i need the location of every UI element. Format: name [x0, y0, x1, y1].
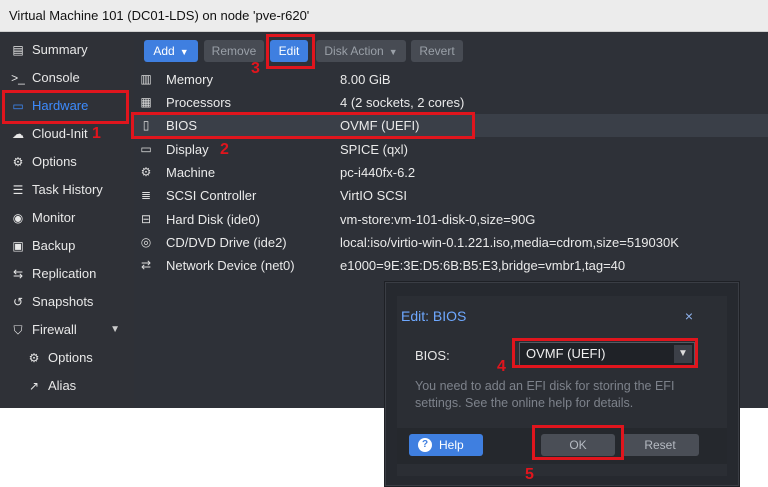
eye-icon: ◉	[12, 211, 24, 225]
sidebar-item-label: Task History	[32, 182, 103, 197]
annotation-number-2: 2	[220, 141, 229, 158]
history-icon: ↺	[12, 295, 24, 309]
row-value: pc-i440fx-6.2	[340, 165, 416, 180]
revert-button[interactable]: Revert	[411, 40, 463, 62]
table-row[interactable]: ⊟ Hard Disk (ide0) vm-store:vm-101-disk-…	[134, 208, 768, 231]
sidebar-item-label: Monitor	[32, 210, 76, 225]
cdrom-icon: ◎	[140, 235, 152, 249]
database-icon: ≣	[140, 188, 152, 202]
help-button[interactable]: ? Help	[409, 434, 483, 456]
annotation-box-bios-row	[131, 112, 475, 139]
annotation-number-1: 1	[92, 125, 101, 142]
table-row[interactable]: ≣ SCSI Controller VirtIO SCSI	[134, 184, 768, 207]
sidebar-item-backup[interactable]: ▣ Backup	[0, 232, 134, 260]
chevron-down-icon[interactable]: ▼	[110, 316, 120, 344]
sidebar-item-label: Replication	[32, 266, 97, 281]
table-row[interactable]: ▥ Memory 8.00 GiB	[134, 68, 768, 91]
sidebar-item-label: Options	[32, 154, 77, 169]
sidebar-item-options[interactable]: ⚙ Options	[0, 148, 134, 176]
table-row[interactable]: ⚙ Machine pc-i440fx-6.2	[134, 161, 768, 184]
row-key: Memory	[166, 72, 213, 87]
row-key: CD/DVD Drive (ide2)	[166, 235, 287, 250]
table-row[interactable]: ⇄ Network Device (net0) e1000=9E:3E:D5:6…	[134, 254, 768, 277]
row-key: SCSI Controller	[166, 188, 257, 203]
add-button-label: Add	[153, 44, 175, 58]
annotation-box-edit	[266, 34, 315, 69]
sidebar-item-firewall-options[interactable]: ⚙ Options	[0, 344, 134, 372]
add-button[interactable]: Add ▼	[144, 40, 198, 62]
hdd-icon: ⊟	[140, 212, 152, 226]
table-row[interactable]: ▭ Display SPICE (qxl)	[134, 138, 768, 161]
help-button-label: Help	[439, 438, 464, 452]
dialog-title: Edit: BIOS	[401, 308, 467, 324]
disk-action-button[interactable]: Disk Action ▼	[316, 40, 406, 62]
sidebar-item-monitor[interactable]: ◉ Monitor	[0, 204, 134, 232]
row-key: Processors	[166, 95, 232, 110]
sidebar-item-console[interactable]: >_ Console	[0, 64, 134, 92]
sidebar-item-cloud-init[interactable]: ☁ Cloud-Init	[0, 120, 134, 148]
list-icon: ☰	[12, 183, 24, 197]
annotation-number-3: 3	[251, 60, 260, 77]
row-value: local:iso/virtio-win-0.1.221.iso,media=c…	[340, 235, 679, 250]
cogs-icon: ⚙	[140, 165, 152, 179]
row-key: Machine	[166, 165, 216, 180]
memory-icon: ▥	[140, 72, 152, 86]
sidebar-item-replication[interactable]: ⇆ Replication	[0, 260, 134, 288]
remove-button[interactable]: Remove	[204, 40, 264, 62]
floppy-icon: ▣	[12, 239, 24, 253]
row-key: Network Device (net0)	[166, 258, 295, 273]
sidebar-item-label: Backup	[32, 238, 76, 253]
external-link-icon: ↗	[28, 379, 40, 393]
row-value: VirtIO SCSI	[340, 188, 407, 203]
terminal-icon: >_	[11, 71, 25, 85]
sidebar-item-label: Console	[32, 70, 80, 85]
question-icon: ?	[418, 438, 432, 452]
table-row[interactable]: ◎ CD/DVD Drive (ide2) local:iso/virtio-w…	[134, 231, 768, 254]
row-key: Hard Disk (ide0)	[166, 212, 260, 227]
row-value: e1000=9E:3E:D5:6B:B5:E3,bridge=vmbr1,tag…	[340, 258, 626, 273]
book-icon: ▤	[12, 43, 24, 57]
annotation-number-5: 5	[525, 466, 534, 483]
chevron-down-icon: ▼	[179, 47, 189, 57]
gear-icon: ⚙	[12, 155, 24, 169]
cpu-icon: ▦	[140, 95, 152, 109]
annotation-box-bios-select	[512, 338, 698, 368]
sidebar-item-label: Summary	[32, 42, 88, 57]
sidebar-item-label: Cloud-Init	[32, 126, 88, 141]
sidebar-item-snapshots[interactable]: ↺ Snapshots	[0, 288, 134, 316]
row-value: 4 (2 sockets, 2 cores)	[340, 95, 465, 110]
table-row[interactable]: ▦ Processors 4 (2 sockets, 2 cores)	[134, 91, 768, 114]
retweet-icon: ⇆	[12, 267, 24, 281]
sidebar-item-label: Alias	[48, 378, 77, 393]
close-icon[interactable]: ×	[685, 308, 693, 324]
sidebar-item-summary[interactable]: ▤ Summary	[0, 36, 134, 64]
row-value: SPICE (qxl)	[340, 142, 408, 157]
sidebar-item-alias[interactable]: ↗ Alias	[0, 372, 134, 400]
annotation-box-ok	[532, 425, 624, 460]
cloud-icon: ☁	[12, 127, 24, 141]
efi-info-text: You need to add an EFI disk for storing …	[415, 379, 675, 410]
annotation-number-4: 4	[497, 358, 506, 375]
sidebar-item-firewall[interactable]: ⛉ Firewall ▼	[0, 316, 134, 344]
row-key: Display	[166, 142, 209, 157]
sidebar-item-label: Firewall	[32, 322, 77, 337]
disk-action-label: Disk Action	[324, 44, 384, 58]
row-value: 8.00 GiB	[340, 72, 391, 87]
reset-button[interactable]: Reset	[621, 434, 699, 456]
desktop-icon: ▭	[140, 142, 152, 156]
bios-field-label: BIOS:	[415, 348, 450, 363]
sidebar-item-label: Snapshots	[32, 294, 94, 309]
sidebar-item-label: Options	[48, 350, 93, 365]
row-value: vm-store:vm-101-disk-0,size=90G	[340, 212, 536, 227]
sidebar-item-task-history[interactable]: ☰ Task History	[0, 176, 134, 204]
shield-icon: ⛉	[13, 323, 23, 337]
window-title: Virtual Machine 101 (DC01-LDS) on node '…	[0, 0, 768, 32]
exchange-icon: ⇄	[140, 258, 152, 272]
toolbar: Add ▼ Remove Edit Disk Action ▼ Revert	[134, 36, 768, 66]
gear-icon: ⚙	[28, 351, 40, 365]
annotation-box-hardware	[2, 90, 129, 124]
chevron-down-icon: ▼	[388, 47, 398, 57]
